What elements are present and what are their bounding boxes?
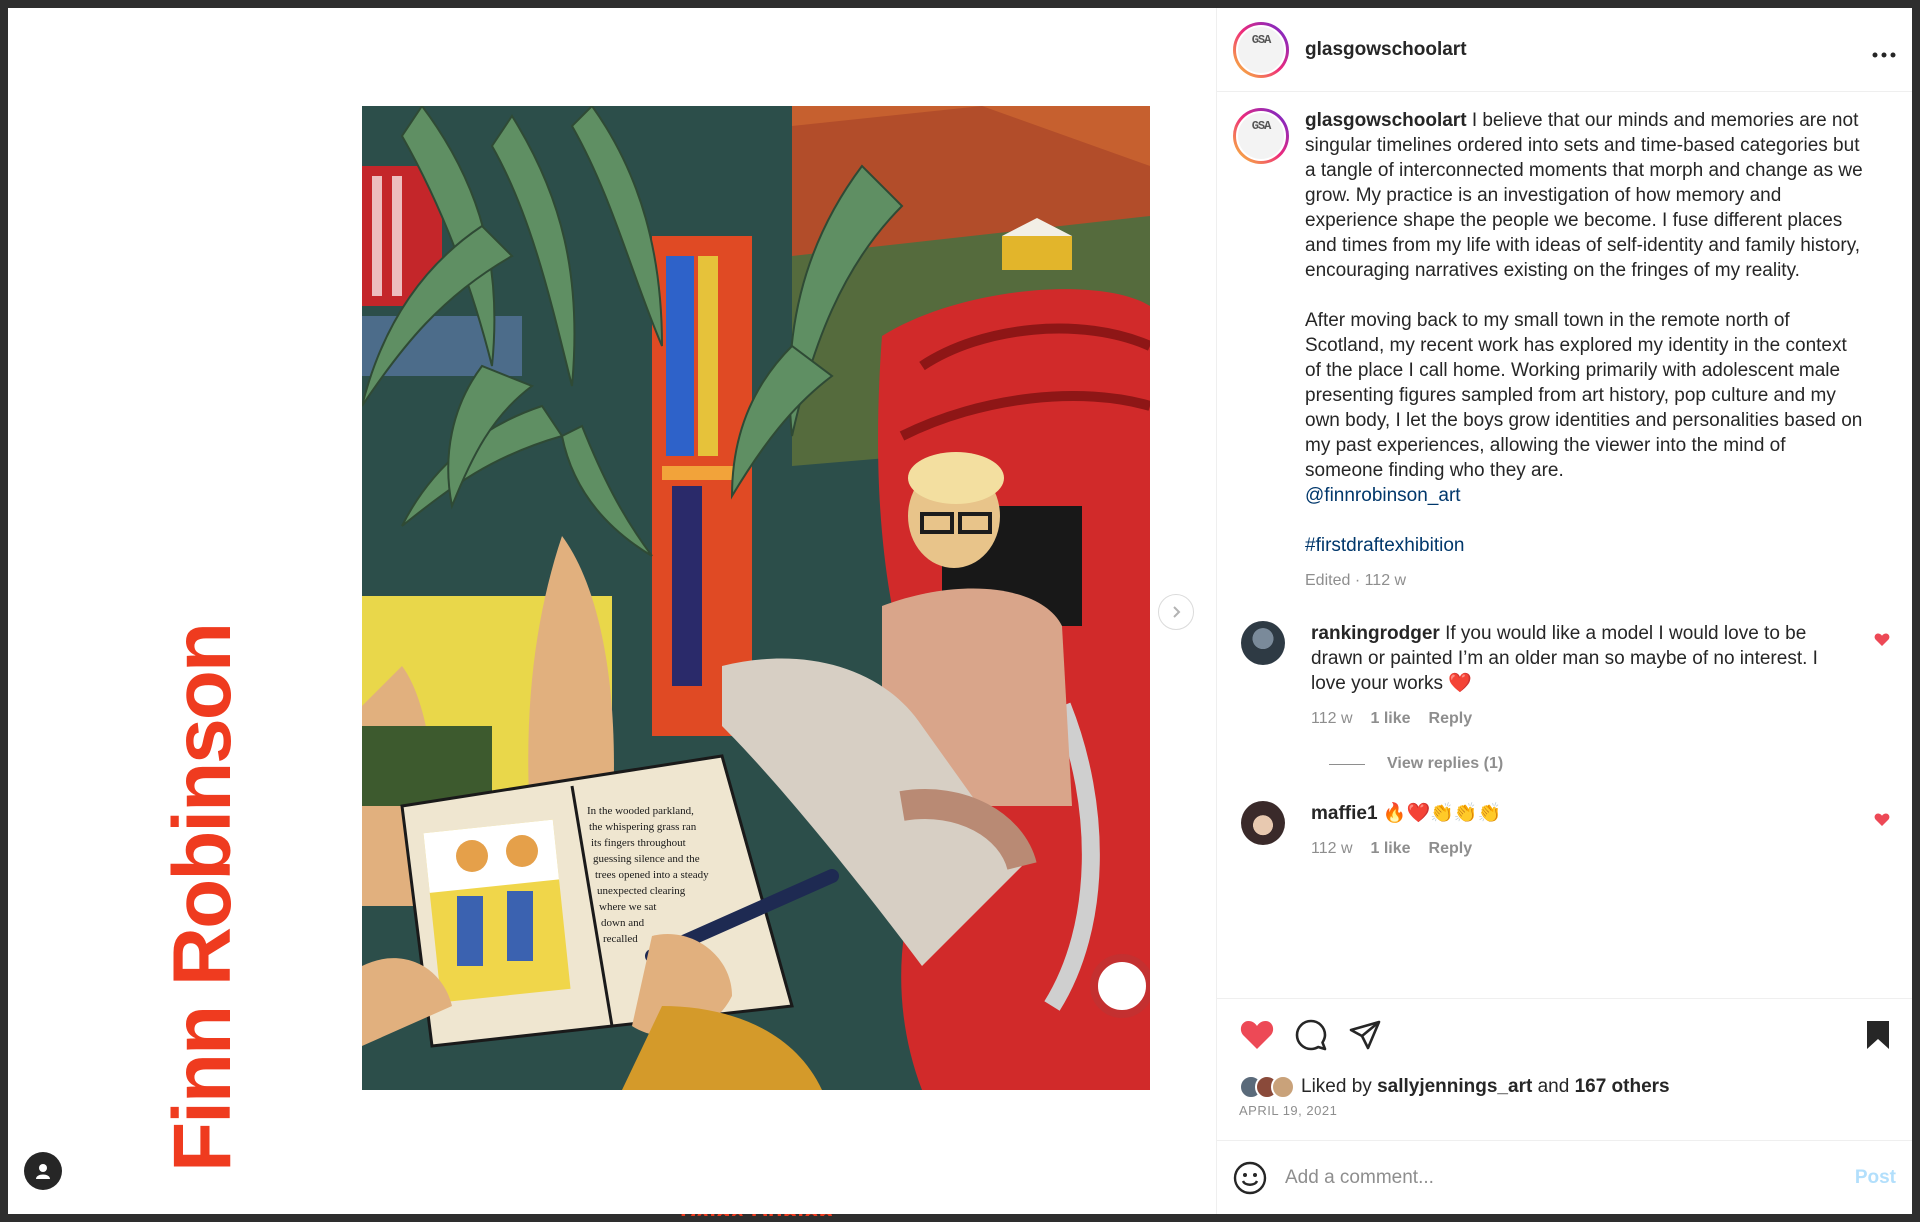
save-button[interactable]	[1860, 1017, 1896, 1053]
author-username-link[interactable]: glasgowschoolart	[1305, 39, 1872, 61]
commenter-avatar[interactable]	[1241, 801, 1285, 845]
reply-button[interactable]: Reply	[1429, 836, 1473, 861]
caption-meta: Edited · 112 w	[1305, 572, 1407, 589]
action-bar	[1239, 1013, 1896, 1057]
likes-prefix: Liked by	[1301, 1076, 1372, 1097]
caption-avatar-image: GSA	[1236, 111, 1286, 161]
comment-username-link[interactable]: maffie1	[1311, 803, 1378, 824]
journal-line: unexpected clearing	[597, 885, 686, 897]
comment-input[interactable]	[1285, 1166, 1855, 1189]
view-replies-label: View replies (1)	[1387, 755, 1504, 772]
comment-button[interactable]	[1293, 1017, 1329, 1053]
like-button[interactable]	[1239, 1017, 1275, 1053]
hashtag-link[interactable]: #firstdraftexhibition	[1305, 535, 1464, 556]
journal-line: In the wooded parkland,	[587, 805, 694, 817]
post-header: GSA glasgowschoolart	[1217, 8, 1912, 92]
caption-avatar-text: GSA	[1251, 119, 1272, 133]
heart-filled-icon	[1240, 1021, 1274, 1049]
post-image[interactable]: In the wooded parkland, the whispering g…	[362, 106, 1150, 1090]
comment-time: 112 w	[1311, 840, 1353, 857]
heart-filled-icon	[1874, 633, 1890, 646]
post-date: APRIL 19, 2021	[1239, 1103, 1338, 1118]
caption-body: glasgowschoolart I believe that our mind…	[1305, 108, 1865, 593]
emoji-icon[interactable]	[1233, 1161, 1267, 1195]
post-comment-button[interactable]: Post	[1855, 1167, 1896, 1189]
journal-line: trees opened into a steady	[595, 869, 709, 881]
comment-likes-link[interactable]: 1 like	[1371, 706, 1411, 731]
comment-text: 🔥❤️👏👏👏	[1382, 803, 1502, 824]
comment-likes-link[interactable]: 1 like	[1371, 836, 1411, 861]
comment-time: 112 w	[1311, 710, 1353, 727]
add-comment-bar: Post	[1217, 1140, 1912, 1214]
share-button[interactable]	[1347, 1017, 1383, 1053]
mention-link[interactable]: @finnrobinson_art	[1305, 485, 1461, 506]
side-title-text: Finn Robinson	[157, 624, 249, 1172]
more-horizontal-icon	[1872, 52, 1896, 58]
caption-text-block: glasgowschoolart I believe that our mind…	[1305, 108, 1865, 483]
media-panel: Finn Robinson In the wooded parkland, th…	[8, 8, 1216, 1214]
painting: In the wooded parkland, the whispering g…	[362, 106, 1150, 1090]
side-title: Finn Robinson	[157, 624, 248, 1172]
avatar-logo-text: GSA	[1251, 32, 1272, 47]
likes-summary: Liked by sallyjennings_art and 167 other…	[1239, 1075, 1896, 1099]
backdrop-top	[0, 0, 1920, 8]
post-actions: Liked by sallyjennings_art and 167 other…	[1217, 998, 1912, 1140]
liker-avatars	[1239, 1075, 1295, 1099]
profile-button[interactable]	[24, 1152, 62, 1190]
post-sidebar: GSA glasgowschoolart GSA glasgowschoolar…	[1216, 8, 1912, 1214]
post-modal: Finn Robinson In the wooded parkland, th…	[8, 8, 1912, 1214]
chevron-right-icon	[1173, 606, 1181, 618]
comment-body: maffie1 🔥❤️👏👏👏 112 w 1 like Reply	[1311, 801, 1841, 861]
likes-joiner: and	[1537, 1076, 1570, 1097]
backdrop-left	[0, 0, 8, 1222]
view-replies-button[interactable]: View replies (1)	[1329, 755, 1896, 773]
comment-item: maffie1 🔥❤️👏👏👏 112 w 1 like Reply	[1233, 801, 1896, 861]
author-avatar-image: GSA	[1236, 24, 1286, 75]
commenter-avatar[interactable]	[1241, 621, 1285, 665]
journal-line: the whispering grass ran	[589, 821, 697, 833]
comments-list[interactable]: GSA glasgowschoolart I believe that our …	[1217, 92, 1912, 998]
author-avatar[interactable]: GSA	[1233, 21, 1289, 78]
backdrop-right	[1912, 0, 1920, 1222]
next-image-button[interactable]	[1158, 594, 1194, 630]
caption-text: I believe that our minds and memories ar…	[1305, 110, 1863, 481]
journal-line: guessing silence and the	[593, 853, 700, 865]
comment-like-button[interactable]	[1874, 813, 1890, 832]
comment-meta: 112 w 1 like Reply	[1311, 706, 1841, 731]
replies-divider	[1329, 763, 1365, 765]
journal-line: down and	[601, 917, 645, 929]
paper-plane-icon	[1349, 1020, 1381, 1050]
comment-meta: 112 w 1 like Reply	[1311, 836, 1841, 861]
reply-button[interactable]: Reply	[1429, 706, 1473, 731]
comment-bubble-icon	[1295, 1019, 1327, 1051]
caption-username-link[interactable]: glasgowschoolart	[1305, 110, 1467, 131]
liker-avatar	[1271, 1075, 1295, 1099]
comment-item: rankingrodger If you would like a model …	[1233, 621, 1896, 731]
caption: GSA glasgowschoolart I believe that our …	[1233, 108, 1896, 593]
likes-others-link[interactable]: 167 others	[1575, 1076, 1670, 1098]
journal-line: recalled	[603, 933, 638, 945]
journal-line: where we sat	[599, 901, 656, 913]
bookmark-filled-icon	[1867, 1021, 1889, 1049]
heart-filled-icon	[1874, 813, 1890, 826]
comment-username-link[interactable]: rankingrodger	[1311, 623, 1440, 644]
more-options-button[interactable]	[1872, 34, 1896, 65]
liker-username-link[interactable]: sallyjennings_art	[1377, 1076, 1532, 1098]
user-icon	[36, 1164, 50, 1179]
comment-like-button[interactable]	[1874, 633, 1890, 652]
journal-line: its fingers throughout	[591, 837, 686, 849]
comment-body: rankingrodger If you would like a model …	[1311, 621, 1841, 731]
backdrop-bottom: Paige Dunlop	[0, 1208, 1920, 1222]
caption-avatar[interactable]: GSA	[1233, 108, 1289, 164]
